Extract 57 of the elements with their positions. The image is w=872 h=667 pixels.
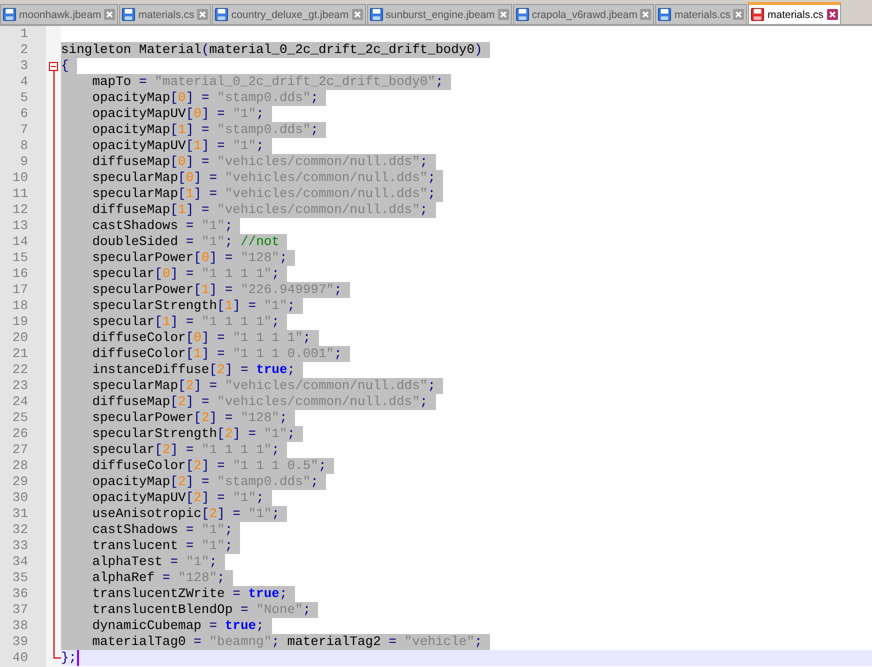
line-number: 17 (11, 282, 29, 298)
line-number: 40 (11, 650, 29, 666)
line-number: 22 (11, 362, 29, 378)
close-icon[interactable] (104, 9, 116, 20)
close-icon[interactable] (498, 9, 509, 20)
line-number: 19 (11, 314, 29, 330)
line-number: 15 (11, 250, 29, 266)
close-icon[interactable] (352, 9, 363, 20)
line-number: 7 (19, 122, 29, 138)
line-number: 36 (11, 586, 29, 602)
close-icon[interactable] (826, 9, 838, 20)
line-number: 21 (11, 346, 29, 362)
line-number: 30 (11, 490, 29, 506)
line-number: 38 (11, 618, 29, 634)
line-number: 3 (19, 58, 29, 74)
line-number: 12 (11, 202, 29, 218)
line-number: 14 (11, 234, 29, 250)
file-tab[interactable]: crapola_v6rawd.jbeam (512, 4, 654, 24)
file-tab[interactable]: materials.cs (119, 4, 212, 24)
line-number: 29 (11, 474, 29, 490)
line-number: 11 (11, 186, 29, 202)
fold-minus-icon[interactable] (49, 62, 58, 70)
line-number: 25 (11, 410, 29, 426)
file-tab[interactable]: materials.cs (655, 4, 748, 24)
code-line: }; (61, 650, 77, 666)
line-number: 6 (19, 106, 29, 122)
line-number: 39 (11, 634, 29, 650)
line-number: 31 (11, 506, 29, 522)
line-number: 20 (11, 330, 29, 346)
line-number: 23 (11, 378, 29, 394)
line-number: 34 (11, 554, 29, 570)
line-number: 10 (11, 170, 29, 186)
line-number: 8 (19, 138, 29, 154)
file-tab[interactable]: moonhawk.jbeam (0, 4, 118, 24)
file-tab[interactable]: sunburst_engine.jbeam (366, 4, 512, 24)
close-icon[interactable] (733, 9, 744, 20)
file-tab[interactable]: materials.cs (748, 2, 840, 24)
close-icon[interactable] (640, 9, 652, 20)
text-cursor (76, 650, 79, 666)
file-tab[interactable]: country_deluxe_gt.jbeam (212, 4, 366, 24)
line-number: 28 (11, 458, 29, 474)
line-number: 32 (11, 522, 29, 538)
line-number: 9 (19, 154, 29, 170)
close-icon[interactable] (197, 9, 208, 20)
line-number: 33 (11, 538, 29, 554)
line-number: 26 (11, 426, 29, 442)
line-number: 35 (11, 570, 29, 586)
line-number: 16 (11, 266, 29, 282)
line-number: 18 (11, 298, 29, 314)
line-number: 4 (19, 74, 29, 90)
line-number: 37 (11, 602, 29, 618)
line-number: 24 (11, 394, 29, 410)
line-number: 2 (19, 42, 29, 58)
line-number: 5 (19, 90, 29, 106)
line-number: 27 (11, 442, 29, 458)
line-number: 13 (11, 218, 29, 234)
line-number: 1 (19, 26, 29, 42)
